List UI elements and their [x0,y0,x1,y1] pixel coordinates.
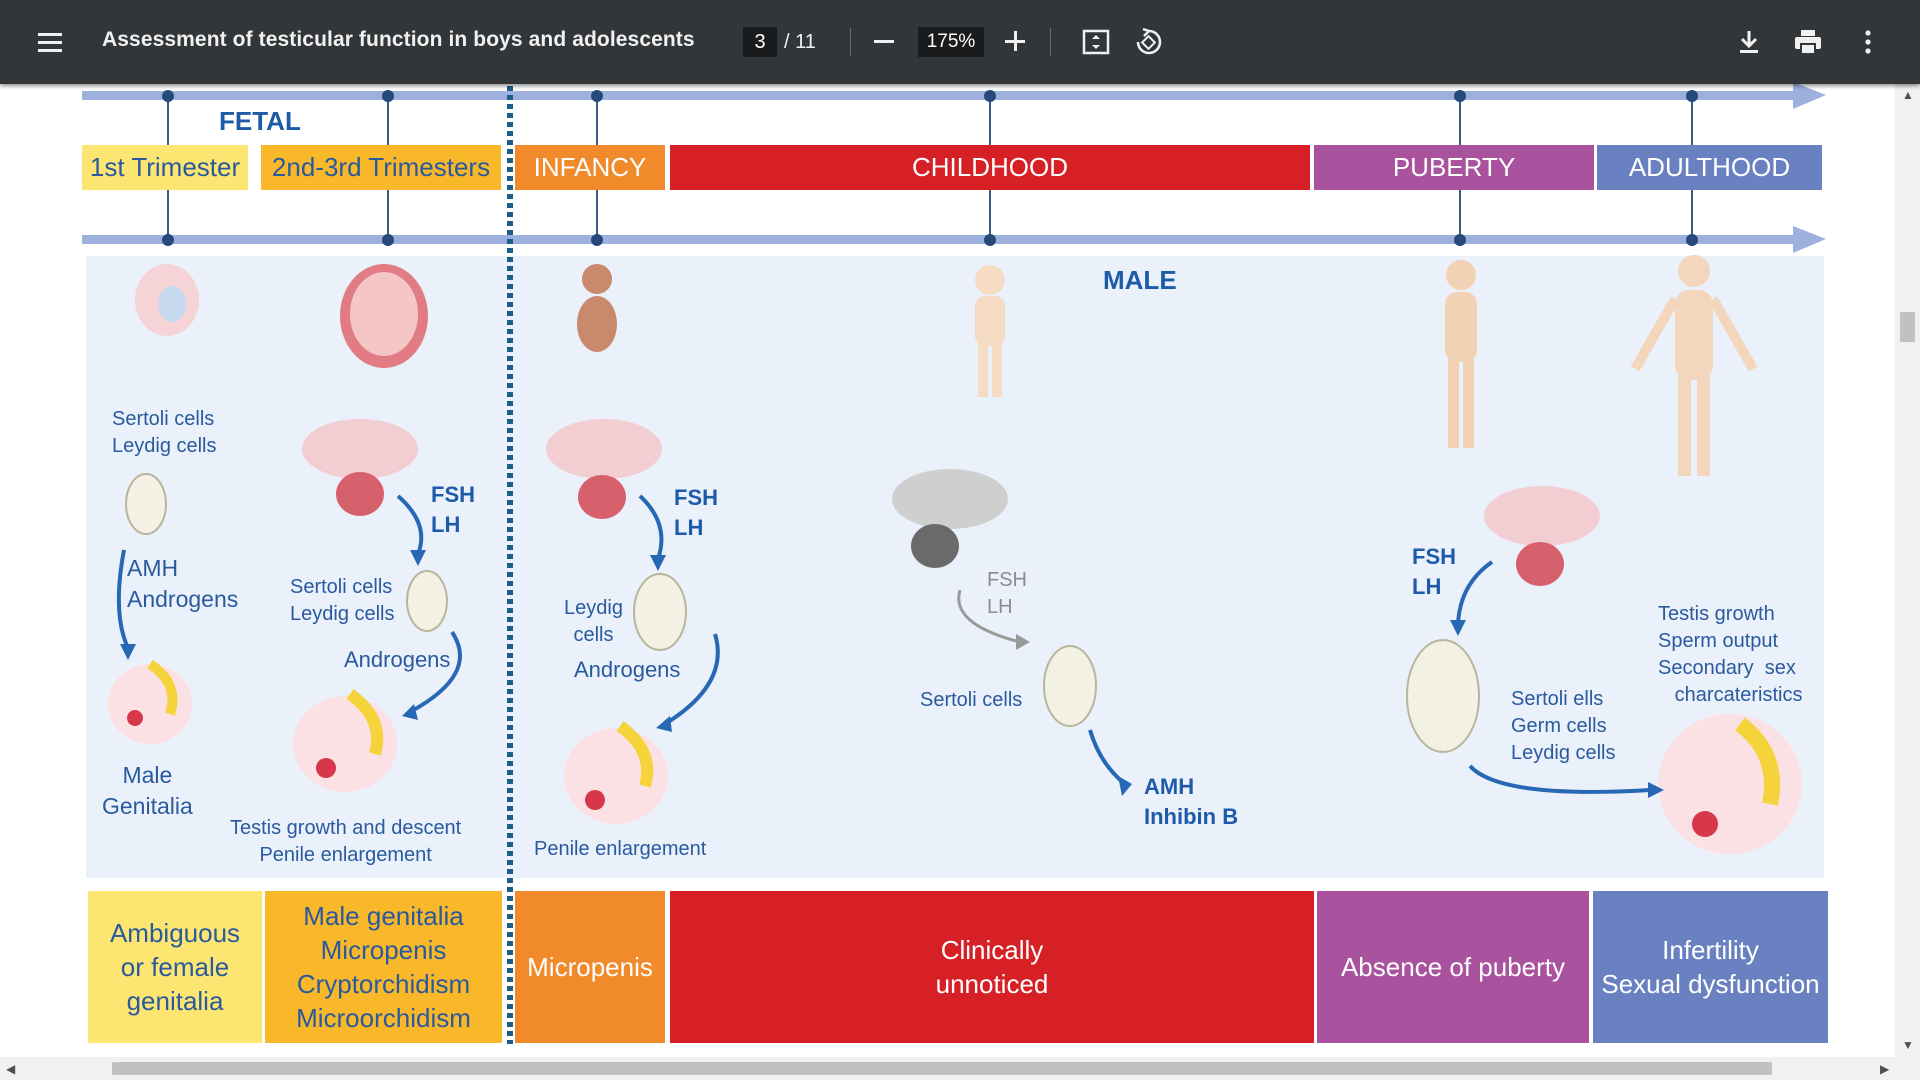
adolescent-icon [1445,260,1477,448]
toolbar-divider [850,28,851,56]
document-title: Assessment of testicular function in boy… [102,28,695,51]
scroll-left-icon[interactable]: ◀ [6,1062,15,1076]
male-label: MALE [1103,265,1177,295]
outcome-puberty: Absence of puberty [1317,891,1589,1043]
t2-androgens-label: Androgens [344,647,451,672]
scroll-up-icon[interactable]: ▲ [1902,88,1914,102]
outcome-adulthood: Infertility Sexual dysfunction [1593,891,1828,1043]
horizontal-scroll-thumb[interactable] [112,1062,1772,1075]
childhood-hormones-label: AMH Inhibin B [1144,774,1239,829]
t2-fsh-lh-label: FSH LH [431,482,475,537]
puberty-cells-label: Sertoli ells Germ cells Leydig cells [1511,688,1616,764]
stage-band-puberty: PUBERTY [1314,145,1594,190]
menu-icon[interactable] [34,24,68,60]
child-icon [975,265,1005,397]
embryo-icon [135,264,199,336]
zoom-out-icon[interactable] [872,28,898,56]
outcome-2nd-3rd-trimesters: Male genitalia Micropenis Cryptorchidism… [265,891,502,1043]
print-icon[interactable] [1792,26,1824,58]
fetal-label: FETAL [219,106,301,136]
adult-icon [1630,255,1758,476]
stage-band-1st-trimester: 1st Trimester [82,145,248,190]
childhood-fsh-lh-label: FSH LH [987,569,1027,618]
infancy-fsh-lh-label: FSH LH [674,485,718,540]
zoom-in-icon[interactable] [1003,28,1029,56]
download-icon[interactable] [1734,26,1764,58]
infancy-cells-label: Leydig cells [564,597,623,646]
stage-band-2nd-3rd-trimesters: 2nd-3rd Trimesters [261,145,501,190]
rotate-icon[interactable] [1132,26,1166,58]
fetus-icon [340,264,428,368]
infancy-outcome-label: Penile enlargement [534,838,707,860]
outcome-childhood: Clinically unnoticed [670,891,1314,1043]
page-total: / 11 [784,31,816,53]
t2-outcome-label: Testis growth and descent Penile enlarge… [230,817,462,866]
stage-band-childhood: CHILDHOOD [670,145,1310,190]
scroll-down-icon[interactable]: ▼ [1902,1038,1914,1052]
horizontal-scrollbar[interactable]: ◀ ▶ [0,1057,1920,1080]
infancy-androgens-label: Androgens [574,657,681,682]
more-icon[interactable] [1856,26,1880,58]
toolbar-divider [1050,28,1051,56]
pdf-toolbar: Assessment of testicular function in boy… [0,0,1920,84]
t1-cells-label: Sertoli cells Leydig cells [112,408,217,457]
t1-outcome-label: Male Genitalia [102,762,193,819]
zoom-input[interactable]: 175% [918,27,984,57]
vertical-scroll-thumb[interactable] [1900,312,1915,342]
childhood-cells-label: Sertoli cells [920,689,1023,711]
stage-band-infancy: INFANCY [515,145,665,190]
adult-outcome-label: Testis growth Sperm output Secondary sex… [1658,603,1803,706]
vertical-scrollbar[interactable]: ▲ ▼ [1895,84,1920,1057]
puberty-fsh-lh-label: FSH LH [1412,544,1456,599]
baby-icon [577,264,617,352]
fit-page-icon[interactable] [1080,27,1112,57]
pituitary-icon [302,419,1600,586]
stage-band-adulthood: ADULTHOOD [1597,145,1822,190]
outcome-1st-trimester: Ambiguous or female genitalia [88,891,262,1043]
document-viewer[interactable]: FETAL MALE 1st Trimester 2nd-3rd Trimest… [0,84,1920,1057]
t1-hormones-label: AMH Androgens [127,555,239,612]
t2-cells-label: Sertoli cells Leydig cells [290,576,395,625]
page-number-input[interactable]: 3 [743,27,777,57]
scroll-right-icon[interactable]: ▶ [1880,1062,1889,1076]
outcome-infancy: Micropenis [515,891,665,1043]
